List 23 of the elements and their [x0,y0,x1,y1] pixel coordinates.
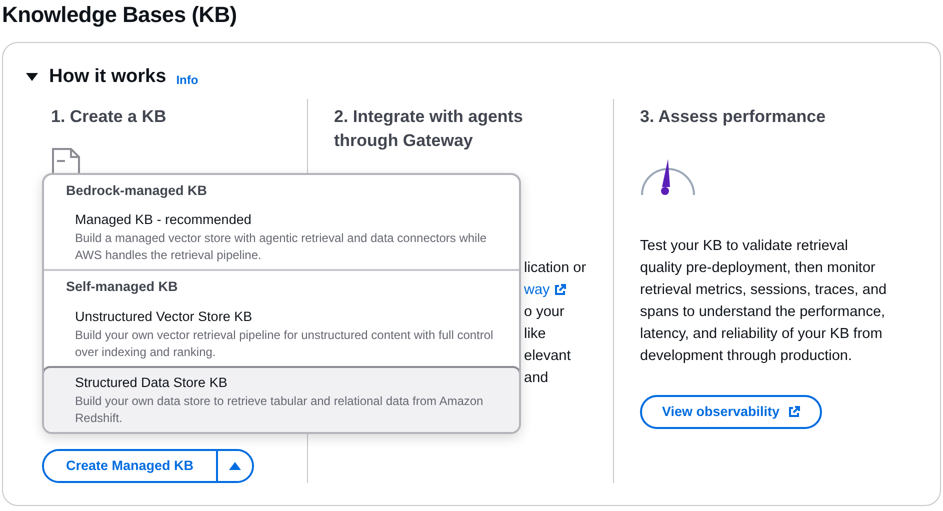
step-title: 3. Assess performance [640,106,827,128]
body-text: o your [524,304,564,320]
dropdown-option[interactable]: Managed KB - recommended Build a managed vector store with agentic retrieval and data connectors while AWS handles the retrieval pipeline. [44,205,519,270]
page-title: Knowledge Bases (KB) [1,1,238,29]
description-text: Test your KB to validate retrieval quality pre-deployment, then monitor retrieval metrics, sessions, traces, and spans to understand the performance, latency, and reliability of your KB from development through production. [640,237,888,366]
step-title: 1. Create a KB [51,106,168,128]
dropdown-option[interactable]: Unstructured Vector Store KB Build your own vector retrieval pipeline for unstructured content with full control over indexing and ranking. [44,302,519,366]
dropdown-option[interactable]: Structured Data Store KB Build your own data store to retrieve tabular and relational data from Amazon Redshift. [44,366,519,432]
body-text: like [524,326,546,342]
external-link-icon [788,406,800,418]
create-managed-kb-button[interactable]: Create Managed KB [44,451,218,481]
info-link[interactable]: Info [176,70,198,88]
body-text: elevant [524,348,571,364]
external-link-icon [554,284,566,296]
group-label: Self-managed KB [65,278,179,296]
section-title: How it works [49,64,166,89]
body-text: lication or [524,260,586,276]
body-text: and [524,370,548,386]
step-title: 2. Integrate with agents through Gateway [334,106,524,152]
caret-icon [228,461,242,471]
gateway-link[interactable]: way [524,282,566,298]
view-observability-button[interactable]: View observability [640,395,822,430]
group-label: Bedrock-managed KB [65,182,208,200]
